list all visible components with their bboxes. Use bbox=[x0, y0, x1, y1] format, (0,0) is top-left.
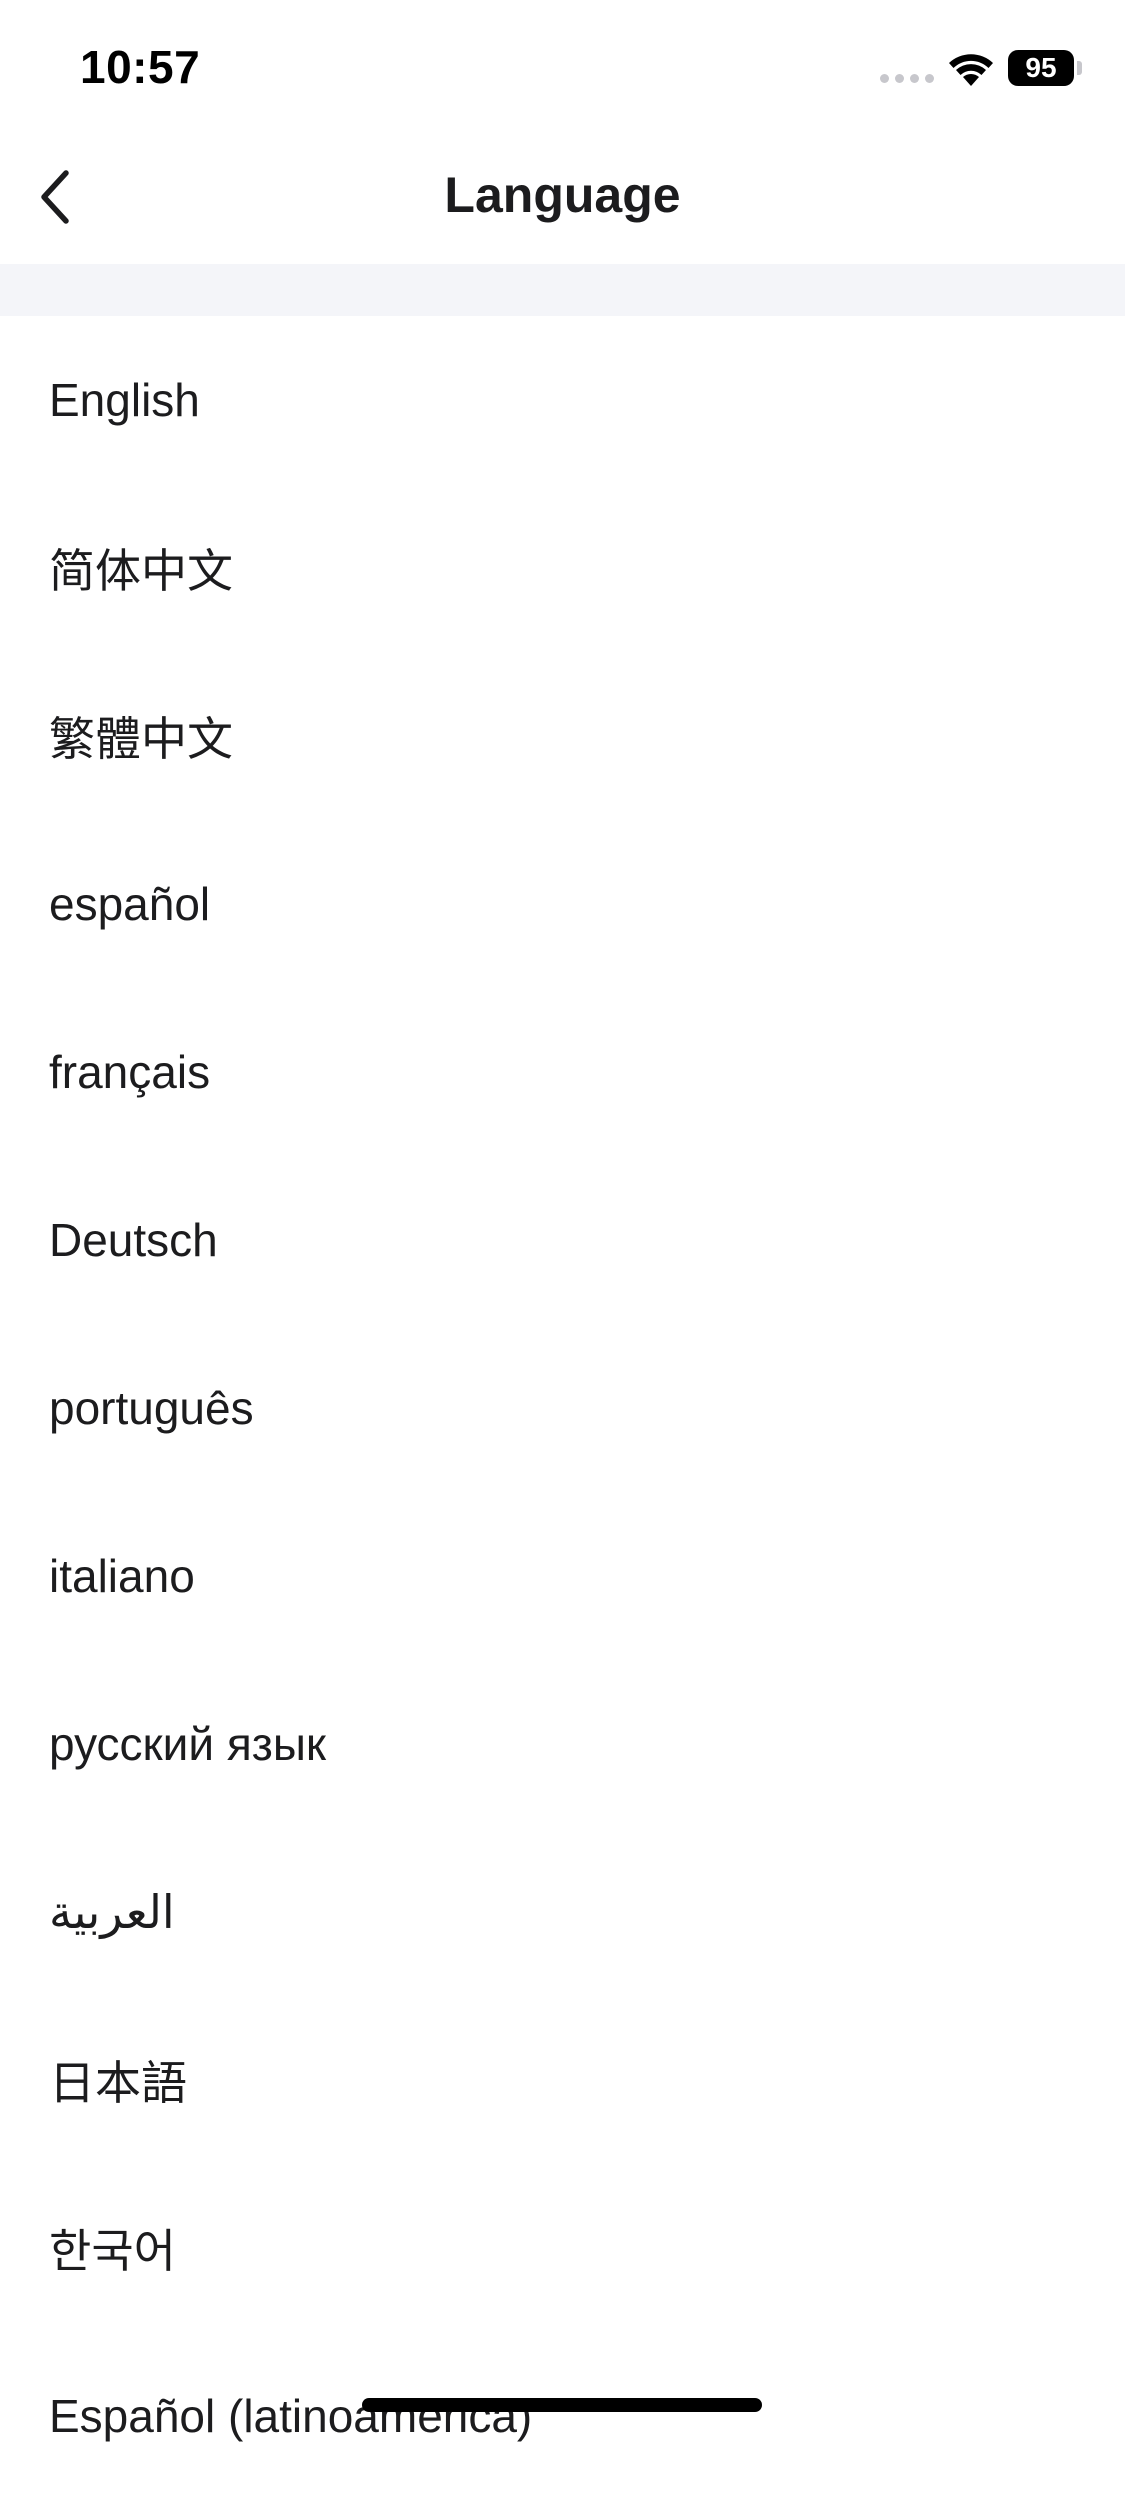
language-item-english[interactable]: English bbox=[0, 316, 1125, 484]
language-label: español bbox=[49, 878, 211, 930]
language-label: português bbox=[49, 1382, 254, 1434]
page-title: Language bbox=[444, 167, 681, 223]
battery-cap bbox=[1077, 61, 1082, 75]
status-time: 10:57 bbox=[80, 41, 201, 93]
language-label: العربية bbox=[49, 1886, 175, 1938]
language-item-german[interactable]: Deutsch bbox=[0, 1156, 1125, 1324]
language-item-japanese[interactable]: 日本語 bbox=[0, 1996, 1125, 2164]
language-label: Deutsch bbox=[49, 1214, 218, 1266]
navigation-bar: Language bbox=[0, 132, 1125, 264]
language-label: русский язык bbox=[49, 1718, 327, 1770]
wifi-icon bbox=[949, 54, 993, 86]
cellular-signal-icon bbox=[880, 74, 934, 83]
language-item-italian[interactable]: italiano bbox=[0, 1492, 1125, 1660]
language-label: 日本語 bbox=[49, 2057, 187, 2109]
language-list: English 简体中文 繁體中文 español français Deuts… bbox=[0, 316, 1125, 2500]
battery-level: 95 bbox=[1025, 52, 1057, 83]
language-item-traditional-chinese[interactable]: 繁體中文 bbox=[0, 652, 1125, 820]
language-label: English bbox=[49, 374, 200, 426]
language-item-simplified-chinese[interactable]: 简体中文 bbox=[0, 484, 1125, 652]
language-label: italiano bbox=[49, 1550, 195, 1602]
language-item-french[interactable]: français bbox=[0, 988, 1125, 1156]
language-label: français bbox=[49, 1046, 211, 1098]
language-item-portuguese[interactable]: português bbox=[0, 1324, 1125, 1492]
status-bar: 10:57 95 bbox=[0, 0, 1125, 132]
language-item-spanish-latam[interactable]: Español (latinoamerica) bbox=[0, 2332, 1125, 2500]
language-label: 简体中文 bbox=[49, 545, 233, 597]
language-item-arabic[interactable]: العربية bbox=[0, 1828, 1125, 1996]
language-item-russian[interactable]: русский язык bbox=[0, 1660, 1125, 1828]
battery-icon: 95 bbox=[1008, 50, 1074, 86]
language-label: 한국어 bbox=[49, 2225, 176, 2277]
language-item-spanish[interactable]: español bbox=[0, 820, 1125, 988]
home-indicator[interactable] bbox=[362, 2398, 762, 2412]
language-item-korean[interactable]: 한국어 bbox=[0, 2164, 1125, 2332]
section-separator bbox=[0, 264, 1125, 316]
language-label: 繁體中文 bbox=[49, 713, 233, 765]
